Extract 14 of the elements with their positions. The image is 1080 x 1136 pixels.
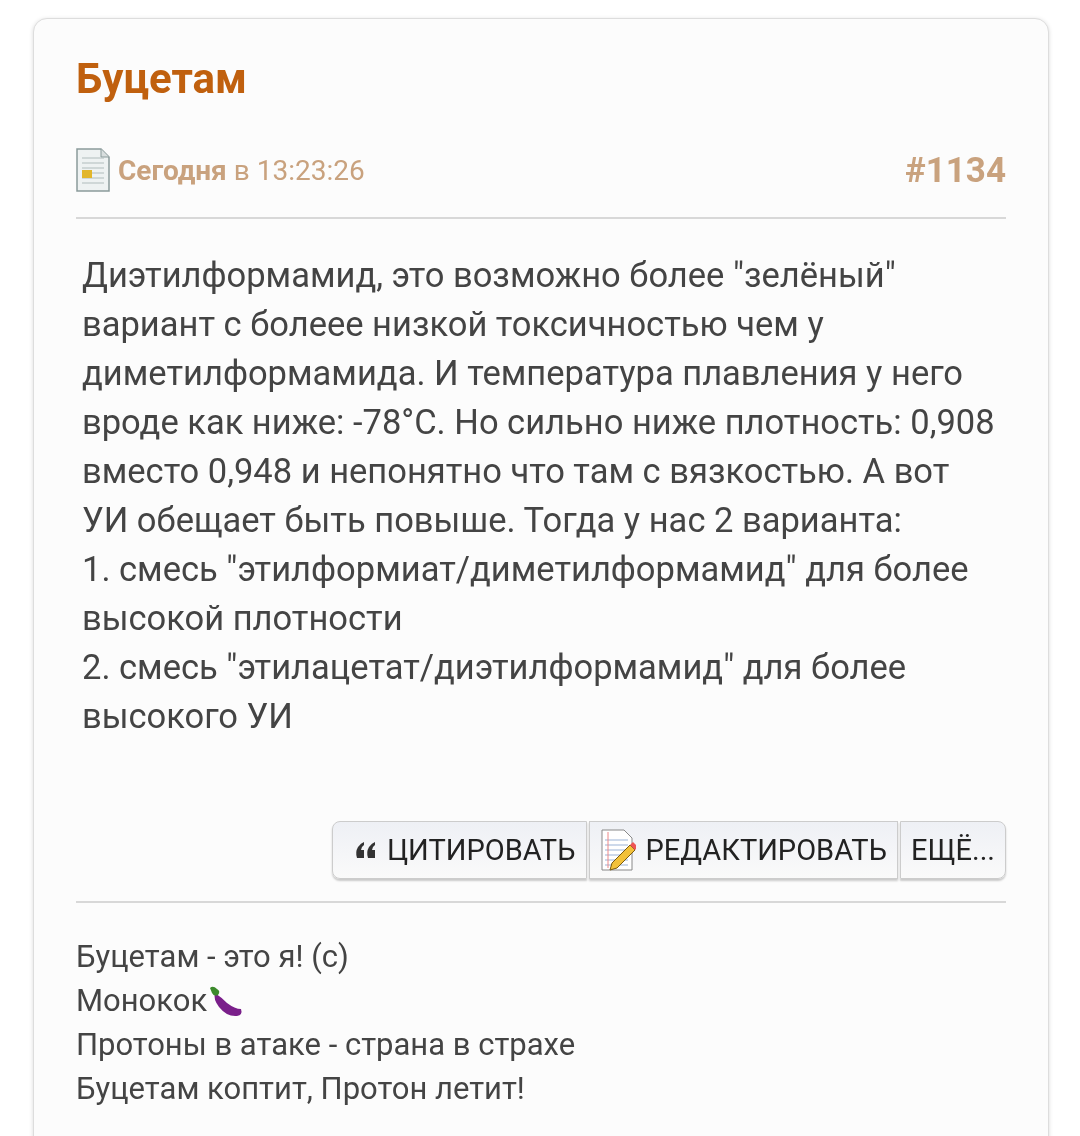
quote-icon — [354, 842, 377, 858]
edit-button[interactable]: РЕДАКТИРОВАТЬ — [588, 821, 898, 879]
eggplant-icon — [207, 985, 244, 1017]
signature-line: Буцетам коптит, Протон летит! — [76, 1069, 525, 1109]
signature-line: Монокок — [76, 981, 208, 1021]
more-button[interactable]: ЕЩЁ... — [900, 821, 1006, 879]
author-name[interactable]: Буцетам — [76, 57, 247, 101]
post-text: Диэтилформамид, это возможно более "зелёный" вариант с болеее низкой токсичностью чем у диметилформамида. И температура плавления у него вроде как ниже: -78°C. Но сильно ниже плотность: 0,908 вместо 0,948 и непонятно что там с вязкостью. А вот УИ обещает быть повыше. Тогда у нас 2 варианта: 1. смесь "этилформиат/диметилформамид" для более высокой плотности 2. смесь "этилацетат/диэтилформамид" для более высокого УИ — [82, 254, 996, 738]
document-icon — [76, 148, 110, 192]
post-date: Сегодня в 13:23:26 — [118, 153, 365, 187]
signature-line: Протоны в атаке - страна в страхе — [76, 1025, 576, 1065]
quote-button[interactable]: ЦИТИРОВАТЬ — [331, 821, 587, 879]
notepad-pencil-icon — [599, 828, 636, 872]
signature-line: Буцетам - это я! (с) — [76, 937, 349, 977]
